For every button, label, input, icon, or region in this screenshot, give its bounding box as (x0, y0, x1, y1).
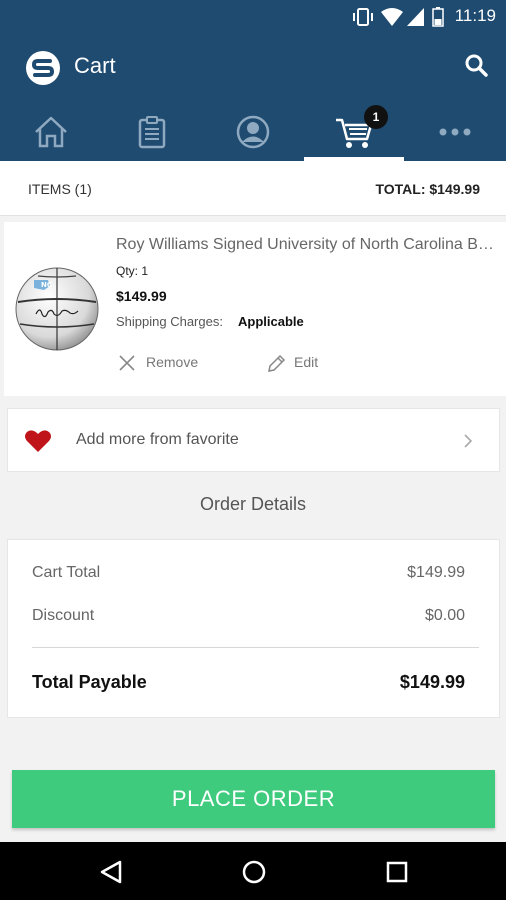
home-circle-icon[interactable] (241, 859, 267, 885)
signal-icon (407, 8, 424, 26)
nav-tab-profile[interactable] (203, 109, 303, 161)
battery-icon (432, 7, 444, 27)
main-nav: 1 (0, 105, 506, 161)
shipping-charges-label: Shipping Charges: (116, 314, 223, 329)
remove-label: Remove (146, 354, 199, 370)
cart-total-value: $149.99 (407, 564, 465, 581)
pencil-icon (268, 354, 286, 372)
clipboard-icon (138, 116, 166, 149)
cart-total-label: Cart Total (32, 564, 101, 581)
basketball-product-image[interactable]: NC (14, 266, 100, 352)
order-details-card: Cart Total $149.99 Discount $0.00 Total … (7, 539, 500, 718)
shipping-charges-value: Applicable (238, 314, 304, 329)
add-from-favorite-row[interactable]: Add more from favorite (7, 408, 500, 472)
nav-tab-orders[interactable] (102, 109, 202, 161)
svg-text:NC: NC (41, 281, 52, 289)
nav-tab-home[interactable] (1, 109, 101, 161)
cart-total: TOTAL: $149.99 (375, 181, 480, 197)
product-qty: Qty: 1 (116, 264, 149, 278)
items-count: ITEMS (1) (28, 181, 92, 197)
cart-item[interactable]: NC Roy Williams Signed University of Nor… (4, 222, 506, 396)
total-payable-label: Total Payable (32, 672, 147, 692)
discount-label: Discount (32, 607, 95, 624)
heart-icon (25, 430, 51, 452)
wifi-icon (381, 8, 403, 26)
s-logo-icon (31, 59, 55, 77)
system-nav-bar (0, 842, 506, 900)
nav-tab-more[interactable] (405, 109, 505, 161)
order-details-title: Order Details (199, 494, 307, 514)
home-icon (35, 116, 67, 148)
edit-label: Edit (294, 354, 319, 370)
user-icon (236, 115, 270, 149)
product-price: $149.99 (116, 288, 167, 304)
status-bar: 11:19 (0, 0, 506, 33)
add-from-favorite-label: Add more from favorite (76, 431, 239, 448)
app-header: Cart 1 (0, 33, 506, 161)
discount-value: $0.00 (424, 607, 465, 624)
total-payable-value: $149.99 (399, 672, 465, 692)
chevron-right-icon (464, 434, 473, 448)
close-icon (119, 355, 135, 371)
cart-count-badge: 1 (364, 105, 388, 129)
search-icon[interactable] (464, 53, 488, 77)
divider (32, 647, 479, 648)
clock: 11:19 (454, 6, 496, 25)
app-logo[interactable] (26, 51, 60, 85)
more-icon (439, 128, 471, 136)
nav-tab-cart[interactable]: 1 (304, 105, 404, 161)
cart-summary: ITEMS (1) TOTAL: $149.99 (0, 161, 506, 216)
page-title: Cart (74, 53, 116, 78)
back-icon[interactable] (98, 859, 124, 885)
product-name[interactable]: Roy Williams Signed University of North … (116, 236, 496, 254)
vibrate-icon (353, 8, 373, 26)
recents-icon[interactable] (384, 859, 410, 885)
place-order-button[interactable]: PLACE ORDER (12, 770, 495, 828)
